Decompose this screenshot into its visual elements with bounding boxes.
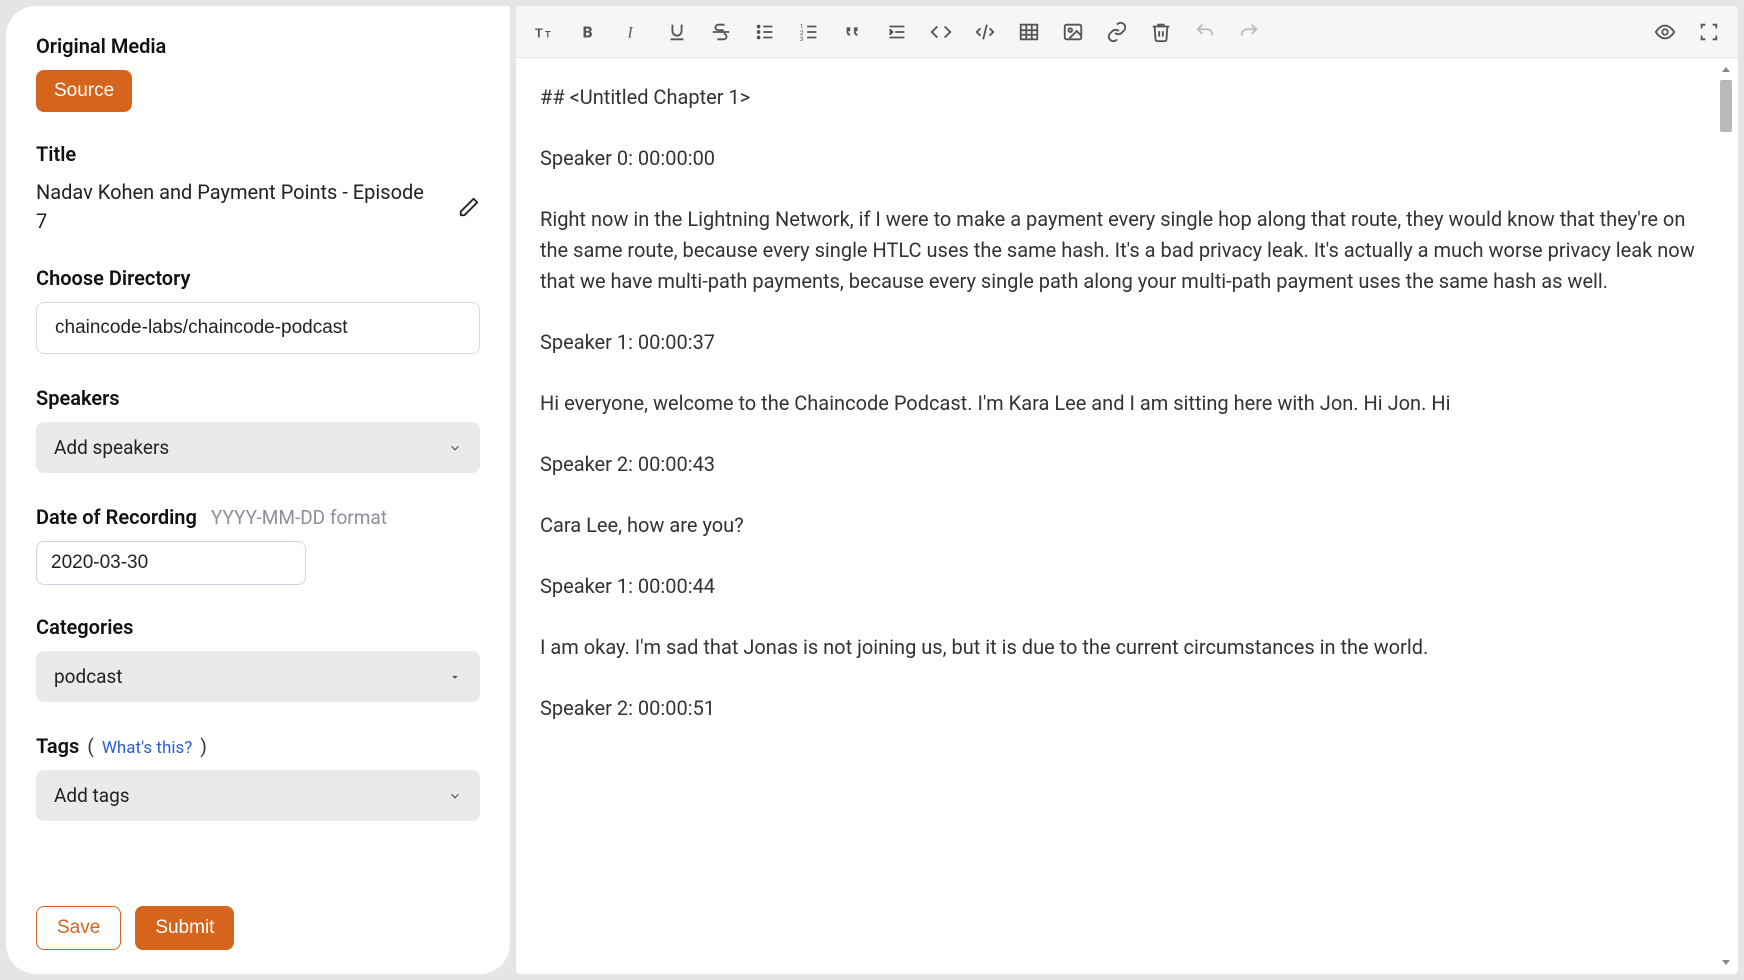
speakers-label: Speakers xyxy=(36,386,480,410)
save-button[interactable]: Save xyxy=(36,906,121,950)
choose-directory-label: Choose Directory xyxy=(36,266,480,290)
title-text: Nadav Kohen and Payment Points - Episode… xyxy=(36,178,436,236)
paren-close: ) xyxy=(200,735,207,758)
svg-text:T: T xyxy=(545,30,551,40)
directory-input[interactable] xyxy=(36,302,480,354)
date-format-hint: YYYY-MM-DD format xyxy=(211,506,387,529)
tags-label: Tags xyxy=(36,734,79,758)
redo-icon[interactable] xyxy=(1238,21,1260,43)
svg-text:I: I xyxy=(627,24,634,41)
editor-line: Speaker 2: 00:00:43 xyxy=(540,449,1702,480)
bullet-list-icon[interactable] xyxy=(754,21,776,43)
code-icon[interactable] xyxy=(930,21,952,43)
bold-icon[interactable]: B xyxy=(578,21,600,43)
editor-toolbar: TT B I 123 xyxy=(516,6,1738,58)
tags-placeholder: Add tags xyxy=(54,784,130,807)
date-label: Date of Recording xyxy=(36,505,197,529)
svg-text:T: T xyxy=(535,26,543,41)
editor-line: Cara Lee, how are you? xyxy=(540,510,1702,541)
delete-icon[interactable] xyxy=(1150,21,1172,43)
editor-panel: TT B I 123 ## <Untitled Chapter 1> Spe xyxy=(516,6,1738,974)
transcript-editor[interactable]: ## <Untitled Chapter 1> Speaker 0: 00:00… xyxy=(516,58,1738,974)
editor-line: Speaker 2: 00:00:51 xyxy=(540,693,1702,724)
strikethrough-icon[interactable] xyxy=(710,21,732,43)
whats-this-link[interactable]: What's this? xyxy=(102,738,192,758)
tags-select[interactable]: Add tags xyxy=(36,770,480,821)
metadata-sidebar: Original Media Source Title Nadav Kohen … xyxy=(6,6,510,974)
editor-line: Hi everyone, welcome to the Chaincode Po… xyxy=(540,388,1702,419)
fullscreen-icon[interactable] xyxy=(1698,21,1720,43)
indent-icon[interactable] xyxy=(886,21,908,43)
editor-line: ## <Untitled Chapter 1> xyxy=(540,82,1702,113)
categories-select[interactable]: podcast xyxy=(36,651,480,702)
date-input[interactable] xyxy=(36,541,306,585)
undo-icon[interactable] xyxy=(1194,21,1216,43)
text-size-icon[interactable]: TT xyxy=(534,21,556,43)
speakers-placeholder: Add speakers xyxy=(54,436,169,459)
quote-icon[interactable] xyxy=(842,21,864,43)
code-block-icon[interactable] xyxy=(974,21,996,43)
scrollbar-thumb[interactable] xyxy=(1720,80,1732,132)
editor-line: Right now in the Lightning Network, if I… xyxy=(540,204,1702,297)
caret-down-icon xyxy=(448,670,462,684)
numbered-list-icon[interactable]: 123 xyxy=(798,21,820,43)
table-icon[interactable] xyxy=(1018,21,1040,43)
editor-line: Speaker 1: 00:00:44 xyxy=(540,571,1702,602)
editor-line: Speaker 1: 00:00:37 xyxy=(540,327,1702,358)
italic-icon[interactable]: I xyxy=(622,21,644,43)
link-icon[interactable] xyxy=(1106,21,1128,43)
paren-open: ( xyxy=(87,735,94,758)
submit-button[interactable]: Submit xyxy=(135,906,234,950)
chevron-down-icon xyxy=(448,441,462,455)
scroll-down-icon[interactable] xyxy=(1718,954,1734,970)
scrollbar-track[interactable] xyxy=(1718,62,1734,970)
chevron-down-icon xyxy=(448,789,462,803)
underline-icon[interactable] xyxy=(666,21,688,43)
editor-line: I am okay. I'm sad that Jonas is not joi… xyxy=(540,632,1702,663)
categories-value: podcast xyxy=(54,665,123,688)
editor-line: Speaker 0: 00:00:00 xyxy=(540,143,1702,174)
svg-text:B: B xyxy=(583,23,593,41)
preview-icon[interactable] xyxy=(1654,21,1676,43)
categories-label: Categories xyxy=(36,615,480,639)
scroll-up-icon[interactable] xyxy=(1718,62,1734,78)
original-media-label: Original Media xyxy=(36,34,480,58)
title-label: Title xyxy=(36,142,480,166)
image-icon[interactable] xyxy=(1062,21,1084,43)
source-button[interactable]: Source xyxy=(36,70,132,112)
svg-text:3: 3 xyxy=(800,35,804,43)
speakers-select[interactable]: Add speakers xyxy=(36,422,480,473)
edit-icon[interactable] xyxy=(458,196,480,218)
